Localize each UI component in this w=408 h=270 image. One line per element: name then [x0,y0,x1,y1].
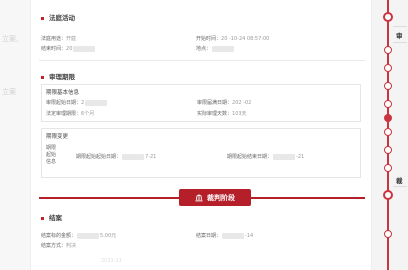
period-expire: 审限届满日期：202 -02 [197,100,252,106]
period-start: 审限起始日期：2 [46,99,108,106]
section-title-period: 审理期限 [41,71,75,81]
hearing-start-time: 开始时间：20 -10-24 08:57:00 [196,36,270,42]
timeline-node[interactable] [384,164,392,172]
hearing-end-time: 结束时间：20 [41,45,96,52]
timeline-node[interactable] [384,46,392,54]
period-change-box: 期限变更 期限起始信息 期限起始起始日期： 7-21 期限起始结束日期： -21 [41,128,361,178]
closing-amount: 结案标的金额： 5.00元 [41,232,117,239]
period-change-title: 期限变更 [46,134,69,140]
period-actual: 实际审理天数：103天 [197,111,247,117]
court-building-icon [195,193,203,201]
period-change-start: 期限起始起始日期： 7-21 [76,153,157,160]
timeline-node[interactable] [383,190,393,200]
stage-banner-label: 裁判阶段 [207,193,235,202]
hearing-purpose: 法庭用途：开庭 [41,36,77,42]
closing-method: 结案方式：判决 [41,243,77,249]
timeline-label: 裁 [396,177,403,185]
footer-fragment: 2021-11 [101,258,122,264]
section-title-closing: 结案 [41,212,62,222]
section-title-hearing: 法庭活动 [41,12,75,22]
timeline-node[interactable] [384,82,392,90]
background-text: 立案 [2,88,16,96]
divider [39,60,365,61]
hearing-location: 地点： [196,45,235,52]
period-basic-box: 期限基本信息 审限起始日期：2 审限届满日期：202 -02 法定审理期限：6个… [41,84,361,122]
timeline-node[interactable] [384,100,392,108]
period-change-side-label: 期限起始信息 [46,145,57,165]
timeline-node[interactable] [384,230,392,238]
timeline-node-current[interactable] [384,114,392,122]
period-change-end: 期限起始结束日期： -21 [227,153,305,160]
timeline-node[interactable] [384,64,392,72]
stage-banner: 裁判阶段 [179,189,251,206]
background-text: 立案, [2,35,19,43]
closing-date: 结案日期： -14 [196,232,254,239]
case-detail-card: 法庭活动 法庭用途：开庭 开始时间：20 -10-24 08:57:00 结束时… [30,0,372,270]
period-basic-title: 期限基本信息 [46,90,80,96]
timeline-node[interactable] [383,12,393,22]
timeline-rule [393,42,407,43]
timeline-node[interactable] [384,128,392,136]
timeline-node[interactable] [384,146,392,154]
timeline-rule [393,26,407,27]
period-legal: 法定审理期限：6个月 [46,111,95,117]
progress-timeline: 审 裁 [383,0,408,270]
timeline-label: 审 [396,32,403,40]
timeline-rule [393,186,407,187]
